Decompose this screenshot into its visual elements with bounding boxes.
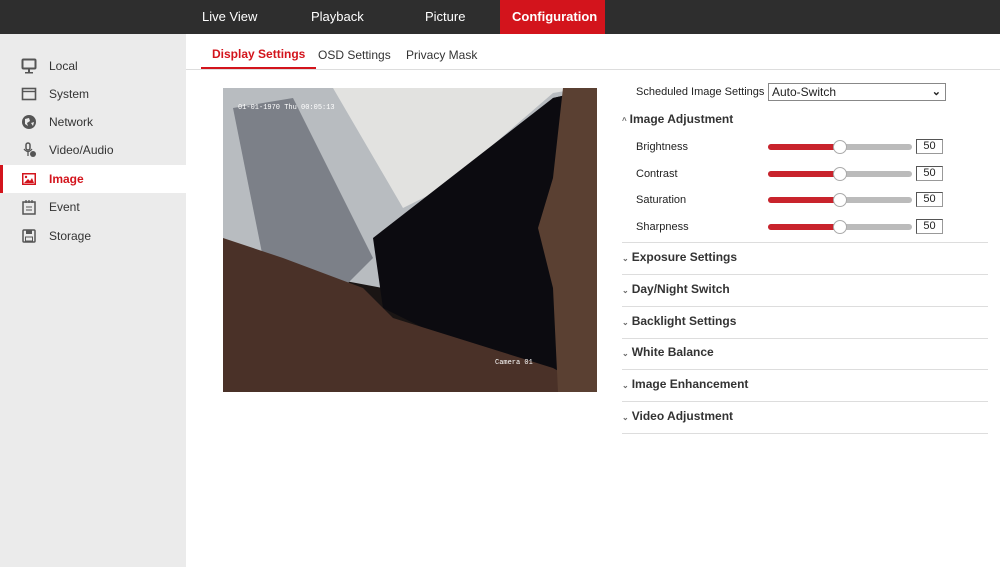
saturation-value-input[interactable]: 50	[916, 192, 943, 207]
section-backlight-settings[interactable]: ⌄ Backlight Settings	[622, 314, 988, 328]
section-title: White Balance	[631, 345, 714, 360]
slider-fill	[768, 197, 840, 203]
chevron-down-icon: ⌄	[622, 413, 629, 422]
sharpness-label: Sharpness	[636, 220, 689, 233]
window-icon	[21, 86, 37, 102]
slider-fill	[768, 223, 840, 230]
sidebar-item-video-audio[interactable]: Video/Audio	[0, 136, 186, 164]
sidebar-item-storage[interactable]: Storage	[0, 222, 186, 250]
osd-timestamp: 01-01-1970 Thu 00:05:13	[238, 104, 335, 112]
sidebar-item-label: Image	[49, 172, 84, 186]
sidebar-item-label: Local	[49, 59, 78, 73]
contrast-slider[interactable]	[768, 166, 912, 181]
video-preview: 01-01-1970 Thu 00:05:13 Camera 01	[223, 88, 597, 392]
section-title: Day/Night Switch	[631, 281, 730, 296]
divider	[622, 433, 988, 434]
section-image-enhancement[interactable]: ⌄ Image Enhancement	[622, 377, 988, 391]
chevron-down-icon: ⌄	[622, 254, 629, 263]
nav-picture[interactable]: Picture	[413, 0, 477, 34]
divider	[622, 401, 988, 403]
slider-fill	[768, 144, 840, 150]
scheduled-image-settings-select[interactable]: Auto-Switch ⌄	[768, 83, 946, 101]
slider-handle[interactable]	[833, 219, 847, 234]
slider-handle[interactable]	[833, 140, 847, 154]
sidebar-item-image[interactable]: Image	[0, 165, 186, 193]
chevron-down-icon: ⌄	[622, 285, 629, 295]
sidebar-item-label: Event	[49, 200, 80, 214]
chevron-up-icon: ^	[622, 116, 627, 125]
monitor-icon	[21, 58, 37, 74]
divider	[622, 274, 988, 275]
contrast-value-input[interactable]: 50	[916, 165, 943, 181]
divider	[622, 242, 988, 243]
top-nav-bar: Live View Playback Picture Configuration	[0, 0, 1000, 34]
chevron-down-icon: ⌄	[931, 86, 941, 98]
sidebar-item-system[interactable]: System	[0, 80, 186, 108]
saturation-label: Saturation	[636, 194, 687, 206]
brightness-label: Brightness	[636, 141, 688, 153]
sidebar-item-label: Video/Audio	[49, 143, 114, 157]
section-title: Image Enhancement	[631, 377, 749, 392]
section-title: Backlight Settings	[631, 313, 737, 328]
sharpness-value-input[interactable]: 50	[916, 218, 943, 234]
chevron-down-icon: ⌄	[622, 317, 629, 327]
calendar-icon	[21, 199, 37, 215]
contrast-label: Contrast	[636, 167, 678, 180]
divider	[622, 305, 988, 307]
slider-fill	[768, 170, 840, 177]
section-title: Exposure Settings	[631, 250, 738, 264]
sidebar-item-network[interactable]: Network	[0, 108, 186, 136]
sidebar: Local System Network Video/Audio Image E…	[0, 34, 186, 567]
sidebar-item-label: Network	[49, 115, 94, 129]
section-white-balance[interactable]: ⌄ White Balance	[622, 345, 988, 359]
divider	[622, 337, 988, 339]
tab-privacy-mask[interactable]: Privacy Mask	[395, 48, 488, 70]
tab-display-settings[interactable]: Display Settings	[201, 47, 317, 69]
slider-handle[interactable]	[833, 166, 847, 181]
microphone-icon	[21, 142, 37, 158]
scheduled-image-settings-label: Scheduled Image Settings	[636, 86, 765, 98]
nav-live-view[interactable]: Live View	[190, 0, 269, 34]
divider	[622, 369, 988, 371]
tab-bar: Display Settings OSD Settings Privacy Ma…	[186, 34, 1000, 70]
brightness-value-input[interactable]: 50	[916, 139, 943, 154]
slider-handle[interactable]	[833, 193, 847, 207]
sidebar-item-local[interactable]: Local	[0, 52, 186, 80]
floppy-disk-icon	[21, 228, 37, 244]
section-video-adjustment[interactable]: ⌄ Video Adjustment	[622, 409, 988, 423]
globe-icon	[21, 114, 37, 130]
chevron-down-icon: ⌄	[622, 381, 629, 391]
section-title: Video Adjustment	[631, 409, 734, 423]
sidebar-item-event[interactable]: Event	[0, 193, 186, 221]
section-title: Image Adjustment	[629, 112, 734, 126]
saturation-slider[interactable]	[768, 193, 912, 207]
section-exposure-settings[interactable]: ⌄ Exposure Settings	[622, 250, 988, 264]
nav-playback[interactable]: Playback	[299, 0, 376, 34]
chevron-down-icon: ⌄	[622, 349, 629, 359]
camera-image	[223, 88, 597, 392]
selected-value: Auto-Switch	[772, 85, 837, 99]
section-day-night-switch[interactable]: ⌄ Day/Night Switch	[622, 282, 988, 296]
nav-configuration[interactable]: Configuration	[500, 0, 605, 34]
image-icon	[21, 171, 37, 187]
sidebar-item-label: System	[49, 87, 90, 101]
section-image-adjustment[interactable]: ^ Image Adjustment	[622, 112, 988, 126]
brightness-slider[interactable]	[768, 140, 912, 154]
sidebar-item-label: Storage	[49, 229, 92, 243]
osd-camera-name: Camera 01	[495, 359, 533, 367]
tab-osd-settings[interactable]: OSD Settings	[307, 48, 402, 70]
sharpness-slider[interactable]	[768, 219, 912, 234]
